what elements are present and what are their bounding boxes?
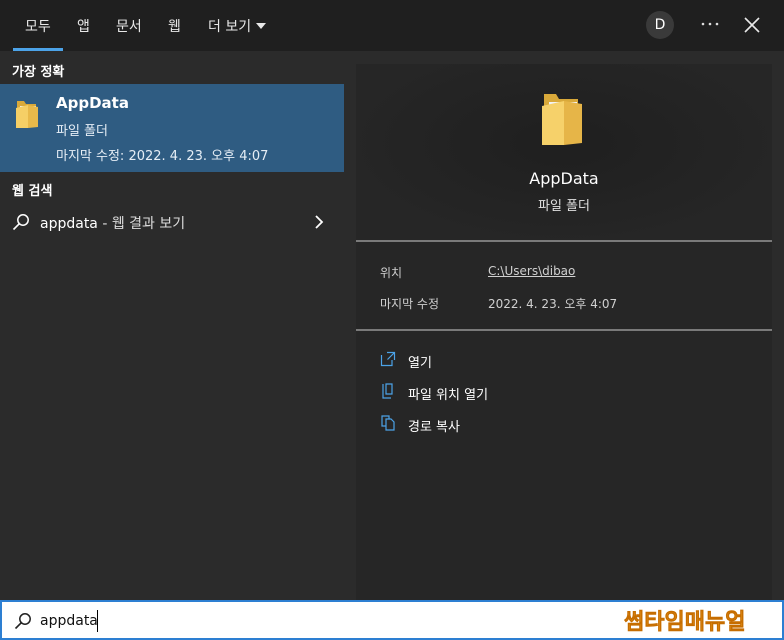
folder-icon: [542, 94, 582, 145]
best-match-type: 파일 폴더: [56, 124, 108, 139]
preview-panel: AppData 파일 폴더 위치 C:\Users\dibao 마지막 수정 2…: [356, 64, 772, 600]
open-file-location-action[interactable]: 파일 위치 열기: [380, 381, 760, 403]
caret-down-icon: [256, 23, 267, 29]
location-label: 위치: [380, 266, 403, 280]
tab-web[interactable]: 웹: [168, 16, 181, 36]
copy-path-icon: [381, 415, 395, 431]
open-icon: [380, 351, 396, 367]
search-input[interactable]: [40, 608, 600, 634]
search-bar: 썸타임매뉴얼: [0, 600, 784, 640]
open-action-label: 열기: [408, 356, 432, 371]
account-avatar[interactable]: D: [646, 11, 674, 39]
tab-documents[interactable]: 문서: [116, 16, 142, 36]
best-match-title: AppData: [56, 94, 129, 112]
web-result-query: appdata: [40, 216, 98, 232]
copy-path-label: 경로 복사: [408, 420, 460, 435]
preview-type: 파일 폴더: [538, 199, 590, 214]
close-icon[interactable]: [744, 17, 760, 33]
web-search-result[interactable]: appdata - 웹 결과 보기: [0, 204, 344, 240]
location-link[interactable]: C:\Users\dibao: [488, 264, 575, 278]
modified-label: 마지막 수정: [380, 297, 440, 311]
tab-more[interactable]: 더 보기: [208, 16, 267, 36]
web-search-heading: 웹 검색: [12, 184, 53, 199]
modified-value: 2022. 4. 23. 오후 4:07: [488, 297, 618, 311]
divider: [356, 329, 772, 331]
tab-apps[interactable]: 앱: [77, 16, 90, 36]
results-panel: 가장 정확 AppData 파일 폴더 마지막 수정: 2022. 4. 23.…: [0, 51, 344, 600]
chevron-right-icon[interactable]: [314, 215, 324, 229]
web-result-suffix: - 웹 결과 보기: [97, 216, 186, 232]
preview-header: AppData 파일 폴더: [356, 64, 772, 240]
file-location-icon: [382, 383, 393, 399]
preview-title: AppData: [529, 169, 599, 188]
divider: [356, 240, 772, 242]
best-match-item[interactable]: AppData 파일 폴더 마지막 수정: 2022. 4. 23. 오후 4:…: [0, 84, 344, 172]
copy-path-action[interactable]: 경로 복사: [380, 413, 760, 435]
watermark-logo: 썸타임매뉴얼: [624, 610, 746, 636]
open-action[interactable]: 열기: [380, 349, 760, 371]
folder-icon: [16, 101, 38, 128]
top-bar: 모두 앱 문서 웹 더 보기 D: [0, 0, 784, 51]
text-caret: [97, 610, 98, 632]
more-horizontal-icon[interactable]: [700, 17, 720, 31]
best-match-heading: 가장 정확: [12, 65, 65, 80]
web-result-text: appdata - 웹 결과 보기: [40, 213, 185, 233]
tab-all[interactable]: 모두: [13, 16, 63, 51]
open-file-location-label: 파일 위치 열기: [408, 388, 489, 403]
best-match-modified: 마지막 수정: 2022. 4. 23. 오후 4:07: [56, 149, 269, 164]
search-icon: [14, 613, 31, 630]
tab-more-label: 더 보기: [208, 19, 252, 35]
search-icon: [12, 214, 29, 231]
